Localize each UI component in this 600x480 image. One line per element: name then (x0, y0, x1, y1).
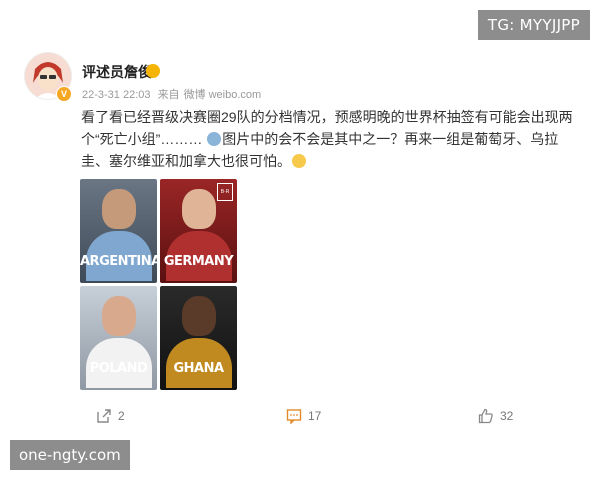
image-tile-ghana[interactable]: GHANA (160, 286, 237, 390)
post-source: 微博 weibo.com (183, 89, 262, 101)
username[interactable]: 评述员詹俊 (82, 62, 152, 82)
comment-count: 17 (308, 409, 322, 423)
image-tile-argentina[interactable]: ARGENTINA (80, 179, 157, 283)
tile-label: ARGENTINA (80, 254, 157, 269)
post-text: 看了看已经晋级决赛圈29队的分档情况，预感明晚的世界杯抽签有可能会出现两个“死亡… (81, 106, 581, 172)
team-badge: B·R (217, 183, 233, 201)
tile-label: GHANA (173, 361, 224, 376)
laugh-emoji-icon (292, 154, 306, 168)
tile-label: POLAND (89, 361, 148, 376)
watermark-top: TG: MYYJJPP (477, 10, 590, 40)
source-prefix: 来自 (157, 89, 180, 101)
repost-button[interactable]: 2 (96, 408, 125, 424)
comment-button[interactable]: 17 (286, 408, 321, 424)
image-tile-poland[interactable]: POLAND (80, 286, 157, 390)
comment-icon (286, 409, 302, 424)
image-tile-germany[interactable]: B·R GERMANY (160, 179, 237, 283)
like-button[interactable]: 32 (478, 408, 513, 424)
like-count: 32 (500, 409, 514, 423)
repost-count: 2 (118, 409, 125, 423)
globe-emoji-icon (207, 132, 222, 146)
post-meta: 22-3-31 22:03 来自 微博 weibo.com (82, 86, 265, 102)
watermark-bottom: one-ngty.com (10, 440, 130, 470)
thumbs-up-icon (478, 408, 493, 424)
post-actions: 2 17 32 (0, 408, 600, 428)
post-timestamp[interactable]: 22-3-31 22:03 (82, 89, 151, 101)
image-grid[interactable]: ARGENTINA B·R GERMANY POLAND GHANA (80, 179, 238, 390)
verified-badge-icon: V (56, 86, 72, 102)
medal-icon (146, 64, 160, 78)
repost-icon (97, 409, 111, 423)
tile-label: GERMANY (163, 254, 234, 269)
